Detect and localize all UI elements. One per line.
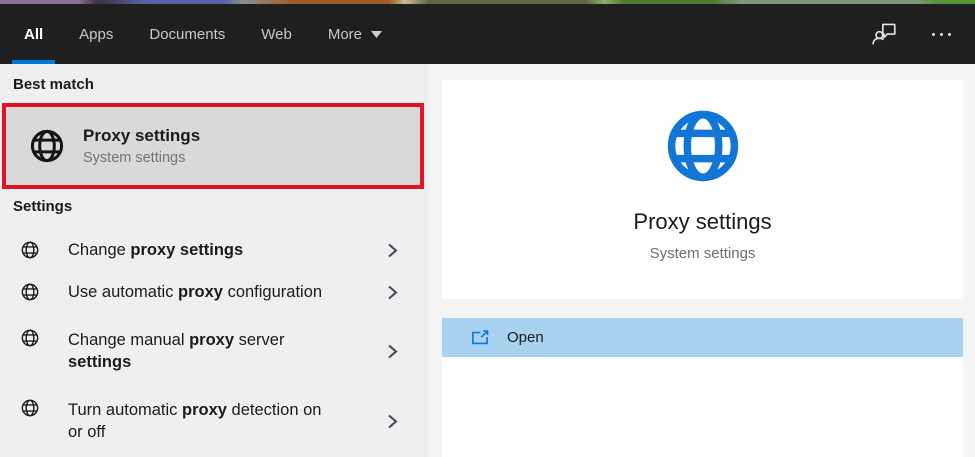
tab-more-label: More [327,25,363,43]
settings-item-label: Turn automatic proxy detection on or off [68,401,322,441]
settings-item-automatic-proxy-configuration[interactable]: Use automatic proxy configuration [0,272,428,312]
preview-title: Proxy settings [633,209,772,234]
chevron-right-icon [385,413,400,430]
settings-header: Settings [13,198,73,215]
settings-item-change-proxy-settings[interactable]: Change proxy settings [0,230,428,270]
user-feedback-icon[interactable] [872,21,898,47]
tab-all[interactable]: All [12,4,56,64]
globe-icon [667,110,738,182]
settings-item-automatic-proxy-detection[interactable]: Turn automatic proxy detection on or off [0,390,428,452]
open-external-icon [472,329,489,344]
preview-panel: Proxy settings System settings Open [428,64,975,457]
chevron-down-icon [371,30,383,38]
search-filter-bar: All Apps Documents Web More [0,4,975,64]
best-match-header: Best match [13,76,94,93]
open-action-row[interactable]: Open [442,318,963,357]
chevron-right-icon [385,343,400,360]
settings-item-manual-proxy-server[interactable]: Change manual proxy server settings [0,320,428,382]
more-options-icon[interactable] [932,32,951,36]
chevron-right-icon [385,242,400,259]
tab-web[interactable]: Web [249,4,304,64]
annotation-rectangle: Proxy settings System settings [2,103,424,189]
results-panel: Best match Proxy settings System setting… [0,64,428,457]
settings-item-label: Change manual proxy server settings [68,331,285,371]
open-label: Open [507,329,544,346]
globe-icon [21,399,39,417]
tab-apps[interactable]: Apps [67,4,125,64]
filter-tabs: All Apps Documents Web More [12,4,394,64]
settings-item-label: Change proxy settings [68,241,244,259]
best-match-subtitle: System settings [83,150,186,166]
globe-icon [21,241,39,259]
tab-documents[interactable]: Documents [137,4,237,64]
best-match-item[interactable]: Proxy settings System settings [6,107,420,185]
chevron-right-icon [385,284,400,301]
globe-icon [21,329,39,347]
settings-item-label: Use automatic proxy configuration [68,283,323,301]
best-match-title: Proxy settings [83,126,201,145]
tab-more[interactable]: More [316,4,394,64]
actions-card: Open [442,318,963,457]
globe-icon [30,129,64,163]
preview-subtitle: System settings [649,245,756,262]
preview-card: Proxy settings System settings [442,80,963,299]
globe-icon [21,283,39,301]
